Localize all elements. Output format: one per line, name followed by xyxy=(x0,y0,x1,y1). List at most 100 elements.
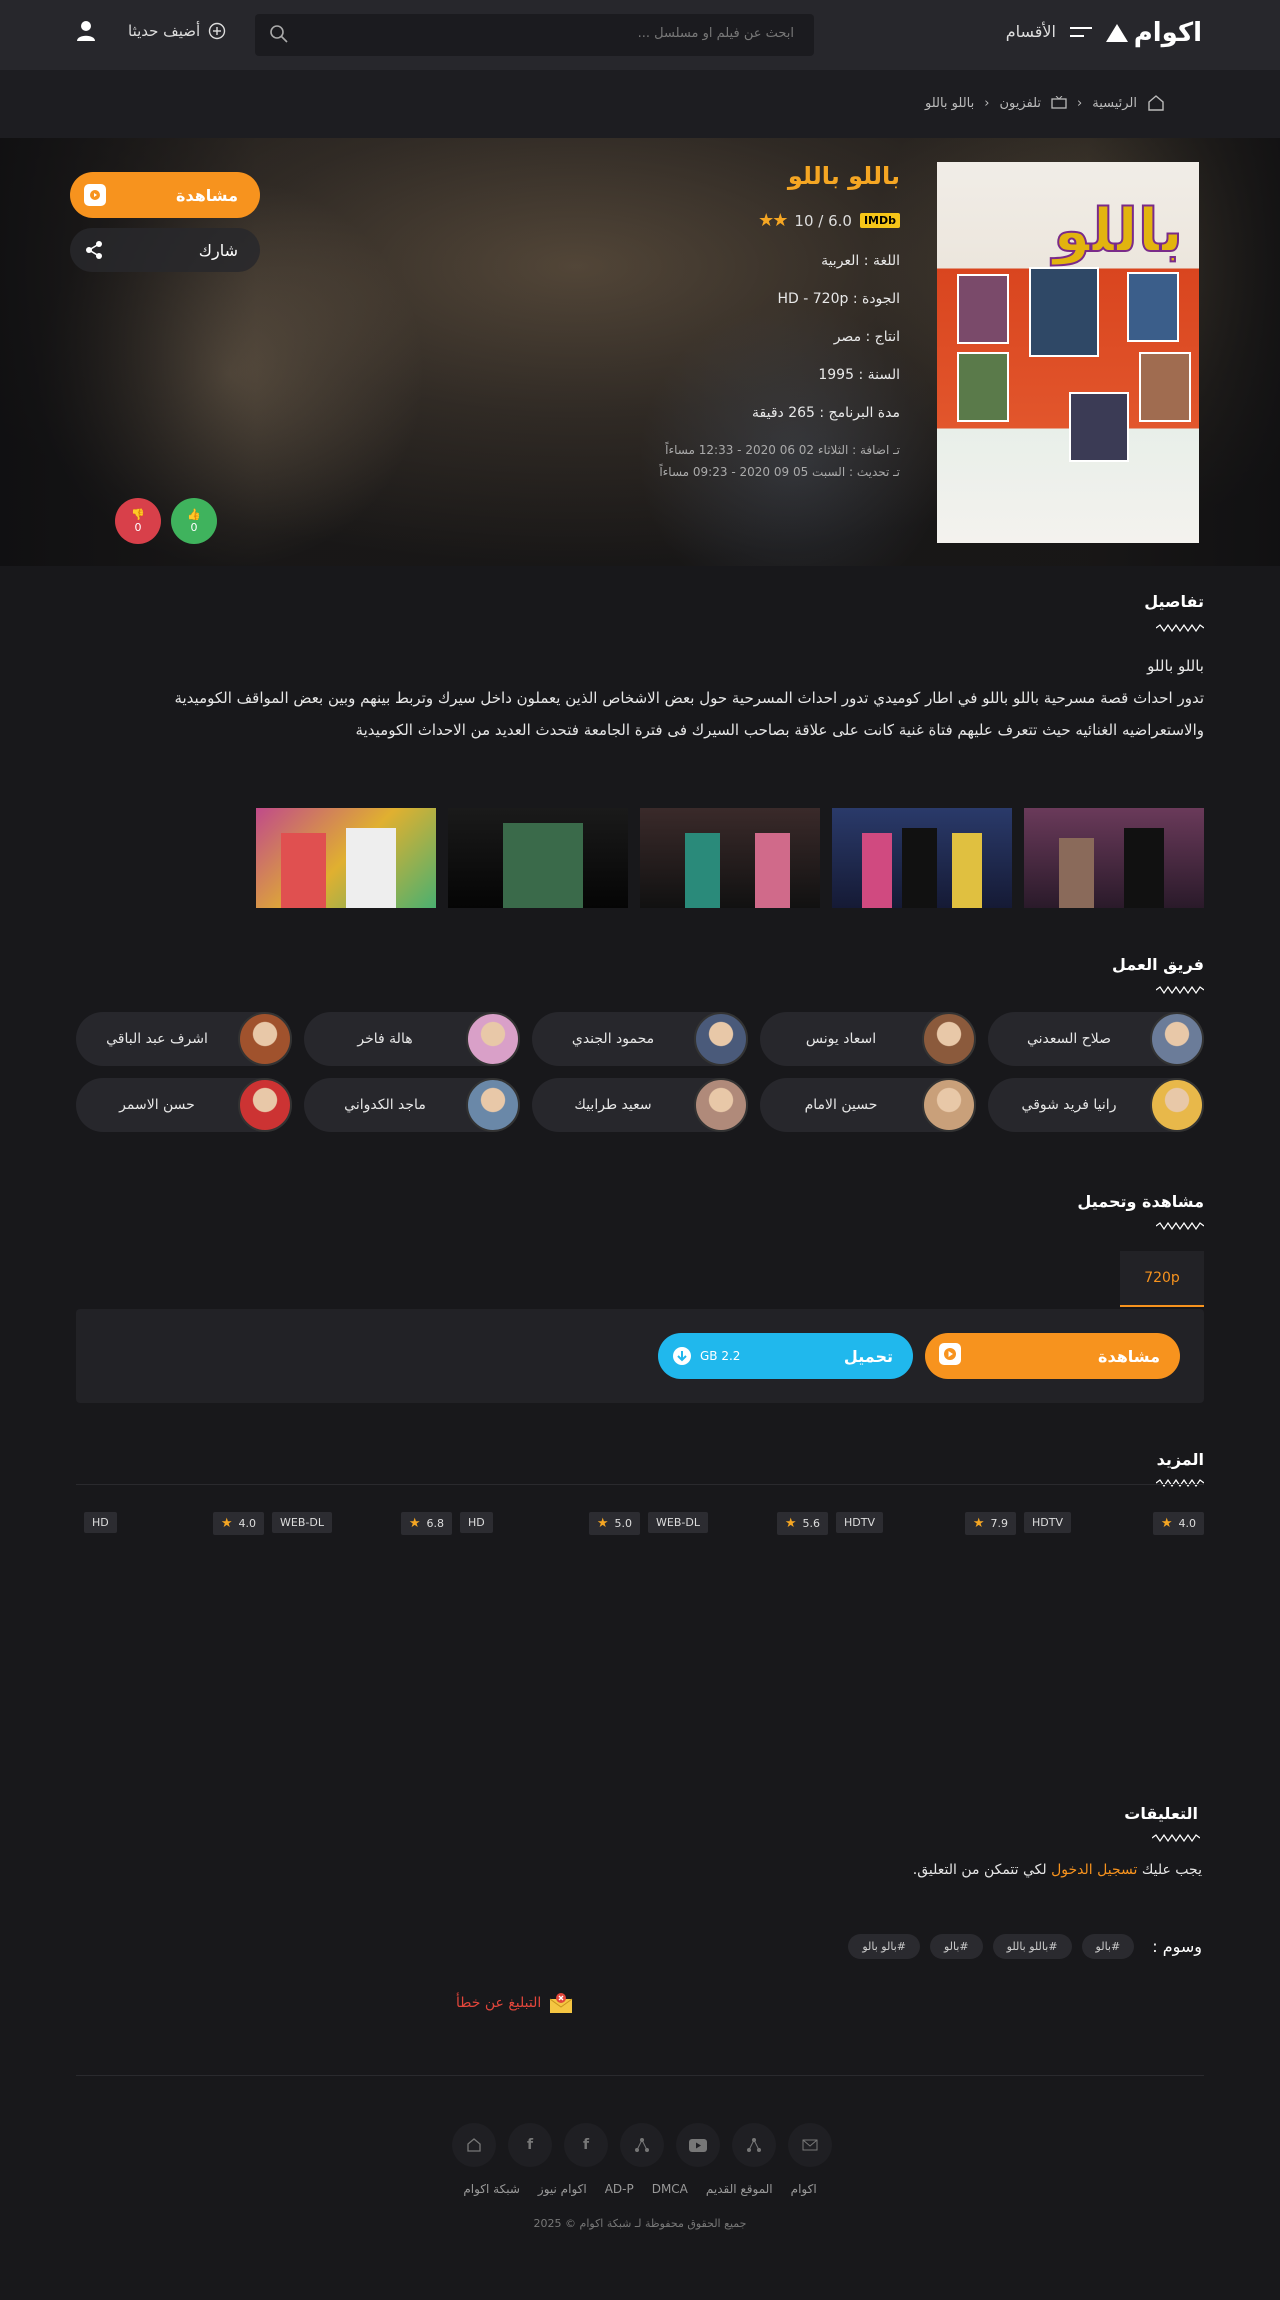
cast-member[interactable]: حسين الامام xyxy=(760,1078,976,1132)
more-item[interactable]: 7.9 ★ HDTV xyxy=(836,1512,1016,1536)
cast-avatar xyxy=(922,1078,976,1132)
dislike-button[interactable]: 👎 0 xyxy=(115,498,161,544)
more-item[interactable]: 4.0 ★ HDTV xyxy=(1024,1512,1204,1536)
search-input[interactable]: ابحث عن فيلم او مسلسل ... xyxy=(255,14,814,56)
download-720p-button[interactable]: تحميل 2.2 GB xyxy=(658,1333,913,1379)
comments-heading: التعليقات xyxy=(1124,1804,1198,1823)
zigzag-divider xyxy=(1156,986,1204,994)
cast-member[interactable]: اسعاد يونس xyxy=(760,1012,976,1066)
cast-avatar xyxy=(1150,1012,1204,1066)
more-heading: المزيد xyxy=(1156,1450,1204,1469)
cast-name: هالة فاخر xyxy=(357,1031,413,1047)
footer-link[interactable]: AD-P xyxy=(605,2182,634,2196)
login-notice: يجب عليك تسجيل الدخول لكي تتمكن من التعل… xyxy=(913,1862,1202,1878)
footer-link[interactable]: اكوام xyxy=(791,2182,817,2196)
facebook-icon[interactable]: f xyxy=(508,2123,552,2167)
cast-member[interactable]: رانيا فريد شوقي xyxy=(988,1078,1204,1132)
cast-member[interactable]: سعيد طرابيك xyxy=(532,1078,748,1132)
site-logo[interactable]: اكوام xyxy=(1105,18,1202,48)
cast-member[interactable]: ماجد الكدواني xyxy=(304,1078,520,1132)
cast-name: محمود الجندي xyxy=(571,1031,655,1047)
more-rating: 6.8 ★ xyxy=(400,1512,452,1535)
quality-tab-720p[interactable]: 720p xyxy=(1120,1251,1204,1307)
gallery-image[interactable] xyxy=(1024,808,1204,908)
download-icon xyxy=(673,1347,691,1365)
more-quality-badge: HD xyxy=(460,1512,493,1533)
facebook-icon[interactable]: f xyxy=(564,2123,608,2167)
more-item[interactable]: 5.0 ★ HD xyxy=(460,1512,640,1536)
watch-720p-button[interactable]: مشاهدة xyxy=(925,1333,1180,1379)
categories-menu-button[interactable]: الأقسام xyxy=(1006,22,1092,41)
search-icon[interactable] xyxy=(269,24,289,44)
tag-chip[interactable]: #باللو باللو xyxy=(992,1934,1072,1959)
report-label: التبليغ عن خطأ xyxy=(456,1995,542,2011)
footer-link[interactable]: شبكة اكوام xyxy=(463,2182,520,2196)
tag-chip[interactable]: #بالو xyxy=(1081,1934,1135,1959)
movie-info: باللو باللو IMDb 6.0 / 10 ★★ اللغة : الع… xyxy=(500,162,900,487)
cast-member[interactable]: محمود الجندي xyxy=(532,1012,748,1066)
share-network-icon[interactable] xyxy=(620,2123,664,2167)
cast-member[interactable]: حسن الاسمر xyxy=(76,1078,292,1132)
thumbs-up-icon: 👍 xyxy=(187,508,201,521)
dislike-count: 0 xyxy=(134,521,142,534)
updated-date: تـ تحديث : السبت 05 09 2020 - 09:23 مساء… xyxy=(659,465,900,479)
breadcrumb: الرئيسية ‹ تلفزيون ‹ باللو باللو xyxy=(0,70,1280,138)
star-icon: ★ xyxy=(408,1516,421,1531)
share-button[interactable]: شارك xyxy=(70,228,260,272)
added-date: تـ اضافة : الثلاثاء 02 06 2020 - 12:33 م… xyxy=(665,443,900,457)
copyright: جميع الحقوق محفوظة لـ شبكة اكوام © 2025 xyxy=(533,2217,747,2230)
description-line: والاستعراضيه الغنائيه حيث تتعرف عليهم فت… xyxy=(355,721,1204,739)
cast-member[interactable]: هالة فاخر xyxy=(304,1012,520,1066)
poster-title: باللو xyxy=(1052,195,1184,267)
breadcrumb-current: باللو باللو xyxy=(924,95,975,111)
network-icon[interactable] xyxy=(732,2123,776,2167)
tag-chip[interactable]: #بالو xyxy=(929,1934,983,1959)
cast-name: صلاح السعدني xyxy=(1026,1031,1112,1047)
more-rating: 5.0 ★ xyxy=(588,1512,640,1535)
login-link[interactable]: تسجيل الدخول xyxy=(1051,1862,1137,1878)
footer-link[interactable]: DMCA xyxy=(652,2182,688,2196)
gallery-image[interactable] xyxy=(640,808,820,908)
share-label: شارك xyxy=(198,240,238,260)
hero-actions: مشاهدة شارك xyxy=(70,172,260,272)
home-icon[interactable] xyxy=(452,2123,496,2167)
home-icon[interactable] xyxy=(1147,94,1165,112)
imdb-badge: IMDb xyxy=(859,213,900,228)
user-icon[interactable] xyxy=(76,20,96,42)
more-item[interactable]: 6.8 ★ WEB-DL xyxy=(272,1512,452,1536)
youtube-icon[interactable] xyxy=(676,2123,720,2167)
breadcrumb-category[interactable]: تلفزيون xyxy=(999,96,1041,111)
cast-avatar xyxy=(1150,1078,1204,1132)
gallery-image[interactable] xyxy=(256,808,436,908)
more-rating: 4.0 ★ xyxy=(1152,1512,1204,1535)
zigzag-divider xyxy=(1152,1834,1200,1842)
footer-link[interactable]: اكوام نيوز xyxy=(538,2182,587,2196)
gallery-image[interactable] xyxy=(448,808,628,908)
report-envelope-icon xyxy=(549,1993,573,2013)
report-error-link[interactable]: التبليغ عن خطأ xyxy=(456,1992,573,2014)
watch-button[interactable]: مشاهدة xyxy=(70,172,260,218)
cast-name: حسين الامام xyxy=(804,1097,878,1113)
more-item[interactable]: 4.0 ★ HD xyxy=(84,1512,264,1536)
cast-avatar xyxy=(694,1078,748,1132)
duration-field: مدة البرنامج : 265 دقيقة xyxy=(752,405,900,421)
download-panel: مشاهدة تحميل 2.2 GB xyxy=(76,1309,1204,1403)
like-button[interactable]: 👍 0 xyxy=(171,498,217,544)
production-field: انتاج : مصر xyxy=(833,329,900,345)
more-rating-value: 5.6 xyxy=(802,1517,821,1530)
quality-field: الجودة : HD - 720p xyxy=(777,291,901,307)
cast-name: اسعاد يونس xyxy=(805,1031,877,1047)
footer-link[interactable]: الموقع القديم xyxy=(706,2182,773,2196)
rating-text: 6.0 / 10 xyxy=(794,211,852,230)
description-line: تدور احداث قصة مسرحية باللو باللو في اطا… xyxy=(174,689,1204,707)
more-rating-value: 7.9 xyxy=(990,1517,1009,1530)
divider xyxy=(76,1484,1204,1485)
recently-added-button[interactable]: أضيف حديثا xyxy=(128,22,226,40)
breadcrumb-home[interactable]: الرئيسية xyxy=(1092,96,1137,111)
tag-chip[interactable]: #بالو بالو xyxy=(848,1934,920,1959)
cast-member[interactable]: اشرف عبد الباقي xyxy=(76,1012,292,1066)
email-icon[interactable] xyxy=(788,2123,832,2167)
more-item[interactable]: 5.6 ★ WEB-DL xyxy=(648,1512,828,1536)
cast-member[interactable]: صلاح السعدني xyxy=(988,1012,1204,1066)
gallery-image[interactable] xyxy=(832,808,1012,908)
